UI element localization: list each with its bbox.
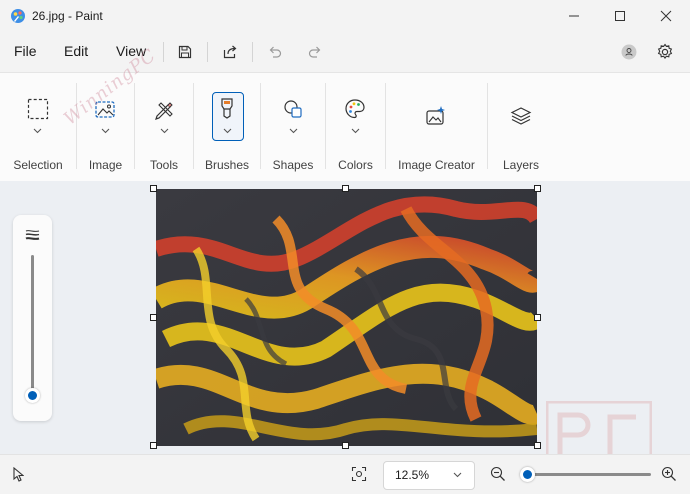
resize-handle[interactable] xyxy=(150,442,157,449)
close-button[interactable] xyxy=(643,0,689,32)
zoom-value: 12.5% xyxy=(395,468,430,482)
group-label-image: Image xyxy=(88,158,123,172)
resize-handle[interactable] xyxy=(342,442,349,449)
resize-handle[interactable] xyxy=(534,314,541,321)
resize-handle[interactable] xyxy=(342,185,349,192)
zoom-in-button[interactable] xyxy=(659,464,679,484)
layers-icon xyxy=(509,104,533,128)
canvas-image[interactable] xyxy=(156,189,537,446)
group-tools[interactable]: Tools xyxy=(135,73,193,181)
group-label-brushes: Brushes xyxy=(204,158,250,172)
paint-app-icon xyxy=(10,8,26,24)
resize-handle[interactable] xyxy=(534,442,541,449)
selection-rectangle-icon xyxy=(26,97,50,121)
brush-icon xyxy=(216,96,238,120)
fit-to-window-button[interactable] xyxy=(349,464,369,484)
group-label-layers: Layers xyxy=(502,158,540,172)
undo-button[interactable] xyxy=(263,40,287,64)
account-button[interactable] xyxy=(617,40,641,64)
group-layers[interactable]: Layers xyxy=(488,73,554,181)
zoom-out-icon xyxy=(490,466,505,481)
share-button[interactable] xyxy=(218,40,242,64)
pointer-cursor-icon xyxy=(13,467,24,482)
settings-icon xyxy=(657,43,673,60)
menu-divider xyxy=(207,42,208,62)
chevron-down-icon xyxy=(101,128,110,134)
menu-bar: File Edit View xyxy=(0,32,690,72)
undo-icon xyxy=(269,46,282,58)
resize-handle[interactable] xyxy=(150,314,157,321)
group-selection[interactable]: Selection xyxy=(0,73,76,181)
maximize-button[interactable] xyxy=(597,0,643,32)
minimize-button[interactable] xyxy=(551,0,597,32)
group-label-image-creator: Image Creator xyxy=(398,158,475,172)
redo-button[interactable] xyxy=(303,40,327,64)
zoom-out-button[interactable] xyxy=(488,464,508,484)
group-label-shapes: Shapes xyxy=(272,158,314,172)
chevron-down-icon xyxy=(160,128,169,134)
save-button[interactable] xyxy=(173,40,197,64)
save-icon xyxy=(178,45,192,59)
fit-to-window-icon xyxy=(351,466,367,482)
tools-icon xyxy=(152,97,176,121)
group-label-selection: Selection xyxy=(13,158,63,172)
chevron-down-icon xyxy=(223,128,232,134)
palette-icon xyxy=(343,97,367,121)
resize-handle[interactable] xyxy=(150,185,157,192)
group-label-colors: Colors xyxy=(338,158,373,172)
minimize-icon xyxy=(569,15,579,17)
account-icon xyxy=(621,44,637,60)
stroke-width-icon xyxy=(25,230,40,240)
chevron-down-icon xyxy=(453,472,462,478)
ribbon-toolbar: Selection Image Tools Brushes Shapes Col… xyxy=(0,45,690,182)
menu-divider xyxy=(252,42,253,62)
chevron-down-icon xyxy=(289,128,298,134)
group-image-creator[interactable]: Image Creator xyxy=(386,73,487,181)
redo-icon xyxy=(308,46,321,58)
shapes-icon xyxy=(281,97,305,121)
group-shapes[interactable]: Shapes xyxy=(261,73,325,181)
status-bar: 12.5% xyxy=(0,454,690,494)
zoom-in-icon xyxy=(661,466,676,481)
group-brushes[interactable]: Brushes xyxy=(194,73,260,181)
resize-handle[interactable] xyxy=(534,185,541,192)
menu-edit[interactable]: Edit xyxy=(64,43,88,59)
maximize-icon xyxy=(615,11,625,21)
chevron-down-icon xyxy=(351,128,360,134)
title-bar: 26.jpg - Paint xyxy=(0,0,690,32)
window-title: 26.jpg - Paint xyxy=(32,9,103,23)
menu-file[interactable]: File xyxy=(14,43,37,59)
group-colors[interactable]: Colors xyxy=(326,73,385,181)
brush-size-slider-panel xyxy=(13,215,52,421)
zoom-slider-track[interactable] xyxy=(524,473,651,476)
settings-button[interactable] xyxy=(653,40,677,64)
brush-size-slider-thumb[interactable] xyxy=(25,388,40,403)
group-label-tools: Tools xyxy=(149,158,178,172)
chevron-down-icon xyxy=(33,128,42,134)
zoom-select[interactable]: 12.5% xyxy=(383,461,475,490)
brush-size-slider-track[interactable] xyxy=(31,255,34,395)
zoom-slider-thumb[interactable] xyxy=(520,467,535,482)
menu-divider xyxy=(163,42,164,62)
image-creator-icon xyxy=(424,104,448,128)
close-icon xyxy=(660,10,672,22)
share-icon xyxy=(223,45,237,59)
